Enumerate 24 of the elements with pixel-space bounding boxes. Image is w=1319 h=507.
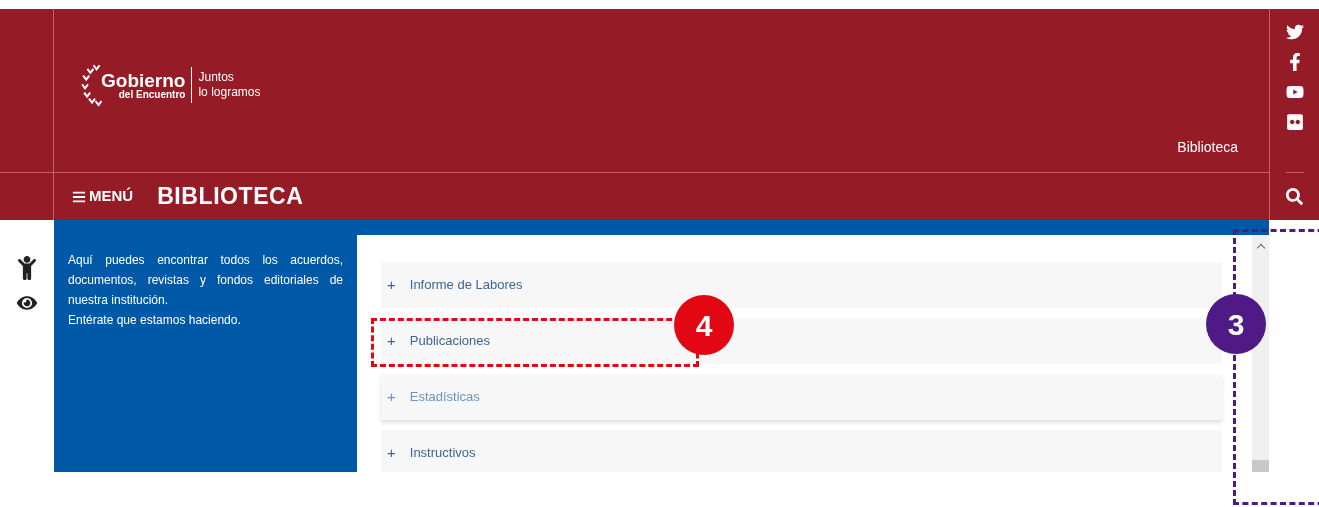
page-title: BIBLIOTECA <box>157 182 304 212</box>
logo-slogan: lo logramos <box>198 85 261 100</box>
plus-icon: + <box>387 385 396 409</box>
flickr-icon[interactable] <box>1285 113 1304 131</box>
logo-subname: del Encuentro <box>118 89 186 100</box>
youtube-icon[interactable] <box>1285 83 1304 101</box>
menu-button[interactable]: MENÚ <box>72 185 134 208</box>
plus-icon: + <box>387 441 396 465</box>
eye-icon[interactable] <box>16 294 38 312</box>
accessibility-icon[interactable] <box>17 256 37 280</box>
accordion-item[interactable]: + Instructivos <box>381 430 1222 472</box>
accordion-item[interactable]: + Informe de Labores <box>381 262 1222 308</box>
intro-subtext: Entérate que estamos haciendo. <box>68 312 242 329</box>
breadcrumb-link[interactable]: Biblioteca <box>1177 137 1238 158</box>
plus-icon: + <box>387 273 396 297</box>
menu-icon <box>72 189 86 204</box>
logo-name: Gobierno <box>101 70 186 90</box>
plus-icon: + <box>387 329 396 353</box>
scroll-thumb[interactable] <box>1252 460 1269 472</box>
search-icon[interactable] <box>1286 188 1303 205</box>
intro-text: Aquí puedes encontrar todos los acuerdos, documentos, revistas y fondos editoriales de nuestra institución. <box>68 252 343 309</box>
twitter-icon[interactable] <box>1285 23 1304 41</box>
accordion-item[interactable]: + Estadísticas <box>381 374 1222 420</box>
logo-slogan: Juntos <box>198 70 235 85</box>
